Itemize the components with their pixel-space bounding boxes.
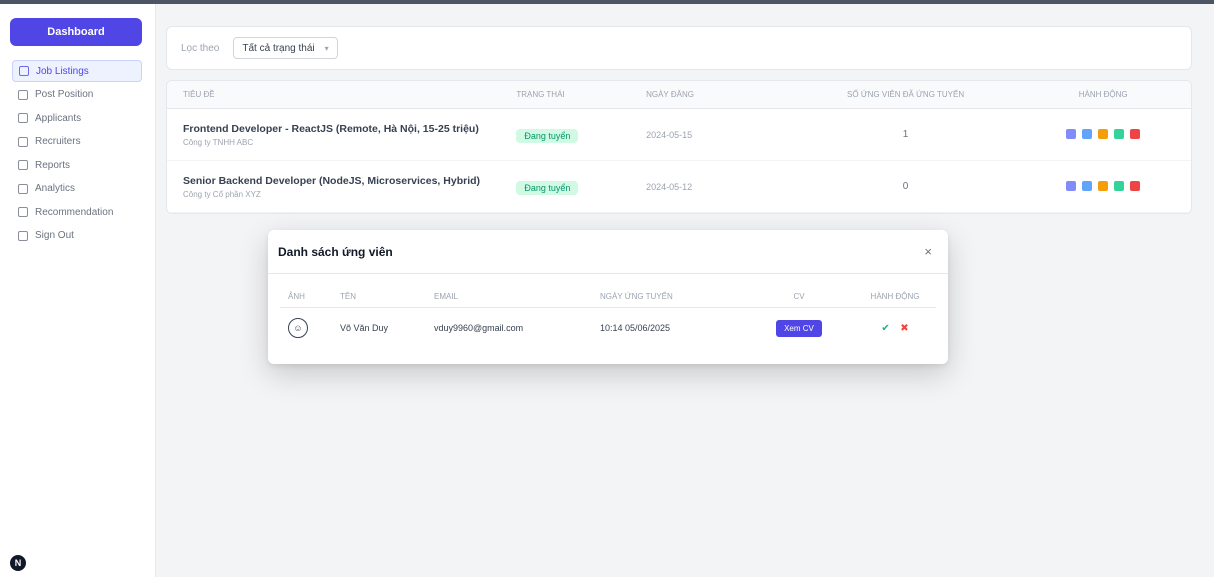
modal-header: Danh sách ứng viên × bbox=[268, 230, 948, 274]
sidebar-item-label: Job Listings bbox=[36, 65, 89, 77]
plus-icon bbox=[18, 89, 28, 100]
star-icon bbox=[18, 207, 28, 217]
sidebar-item-applicants[interactable]: Applicants bbox=[12, 107, 142, 129]
delete-icon[interactable] bbox=[1130, 128, 1141, 139]
close-icon[interactable]: × bbox=[924, 244, 932, 259]
sidebar-item-label: Applicants bbox=[35, 112, 82, 124]
header-date: Ngày đăng bbox=[646, 90, 694, 99]
user-icon bbox=[18, 136, 28, 147]
header-status: Trạng thái bbox=[516, 90, 565, 99]
job-date: 2024-05-12 bbox=[646, 181, 693, 192]
jobs-table: Tiêu đề Trạng thái Ngày đăng Số ứng viên… bbox=[166, 80, 1192, 214]
job-company: Công ty TNHH ABC bbox=[183, 137, 254, 147]
job-date: 2024-05-15 bbox=[646, 129, 693, 140]
applicant-count[interactable]: 1 bbox=[796, 129, 1016, 140]
view-icon[interactable] bbox=[1066, 180, 1077, 191]
applicant-count[interactable]: 0 bbox=[796, 181, 1016, 192]
applicant-applied-at: 10:14 05/06/2025 bbox=[600, 323, 671, 333]
header-cv: CV bbox=[793, 292, 805, 301]
header-title: Tiêu đề bbox=[183, 90, 215, 99]
status-filter-select[interactable]: Tất cả trạng thái ▾ bbox=[233, 37, 338, 59]
approve-icon[interactable]: ✔ bbox=[881, 323, 889, 334]
job-title[interactable]: Frontend Developer - ReactJS (Remote, Hà… bbox=[183, 123, 516, 135]
sidebar-item-label: Reports bbox=[35, 159, 71, 171]
header-count: Số ứng viên đã ứng tuyển bbox=[847, 90, 965, 99]
table-row: ☺ Võ Văn Duy vduy9960@gmail.com 10:14 05… bbox=[280, 308, 936, 348]
edit-icon[interactable] bbox=[1098, 180, 1109, 191]
table-row: Frontend Developer - ReactJS (Remote, Hà… bbox=[167, 109, 1191, 161]
status-badge: Đang tuyển bbox=[516, 180, 579, 195]
applicant-email: vduy9960@gmail.com bbox=[434, 323, 524, 333]
sidebar: Dashboard Job Listings Post Position App… bbox=[0, 4, 156, 577]
help-button[interactable]: N bbox=[10, 555, 26, 571]
applicant-name: Võ Văn Duy bbox=[340, 323, 389, 333]
applicants-table-header: Ảnh Tên Email Ngày ứng tuyển CV Hành độn… bbox=[280, 286, 936, 308]
status-badge: Đang tuyển bbox=[516, 128, 579, 143]
user-circle-icon: ☺ bbox=[288, 318, 308, 338]
applicants-table: Ảnh Tên Email Ngày ứng tuyển CV Hành độn… bbox=[280, 286, 936, 348]
briefcase-icon bbox=[19, 66, 29, 76]
copy-icon[interactable] bbox=[1114, 180, 1125, 191]
header-avatar: Ảnh bbox=[288, 292, 305, 301]
sidebar-item-job-listings[interactable]: Job Listings bbox=[12, 60, 142, 82]
header-applied-at: Ngày ứng tuyển bbox=[600, 292, 673, 301]
users-icon bbox=[18, 113, 28, 123]
sidebar-item-recommendation[interactable]: Recommendation bbox=[12, 201, 142, 223]
sidebar-item-analytics[interactable]: Analytics bbox=[12, 178, 142, 200]
edit-icon[interactable] bbox=[1098, 128, 1109, 139]
users-icon[interactable] bbox=[1082, 180, 1093, 191]
header-name: Tên bbox=[340, 292, 356, 301]
row-actions bbox=[1066, 180, 1141, 191]
chart-icon bbox=[18, 183, 28, 194]
sidebar-item-label: Sign Out bbox=[35, 230, 74, 241]
view-icon[interactable] bbox=[1066, 128, 1077, 139]
top-border bbox=[0, 0, 1214, 4]
users-icon[interactable] bbox=[1082, 128, 1093, 139]
copy-icon[interactable] bbox=[1114, 128, 1125, 139]
sidebar-item-label: Post Position bbox=[35, 89, 94, 100]
sidebar-item-label: Analytics bbox=[35, 183, 76, 194]
sidebar-item-label: Recruiters bbox=[35, 136, 81, 147]
row-actions bbox=[1066, 128, 1141, 139]
job-company: Công ty Cổ phần XYZ bbox=[183, 189, 261, 199]
table-row: Senior Backend Developer (NodeJS, Micros… bbox=[167, 161, 1191, 213]
header-email: Email bbox=[434, 292, 459, 301]
reject-icon[interactable]: ✖ bbox=[900, 323, 908, 334]
chevron-down-icon: ▾ bbox=[324, 43, 329, 53]
sidebar-nav: Job Listings Post Position Applicants Re… bbox=[12, 60, 142, 248]
sidebar-item-recruiters[interactable]: Recruiters bbox=[12, 131, 142, 153]
brand-button[interactable]: Dashboard bbox=[10, 18, 142, 46]
filter-select-value: Tất cả trạng thái bbox=[242, 42, 315, 54]
sidebar-item-sign-out[interactable]: Sign Out bbox=[12, 225, 142, 247]
filter-bar: Lọc theo Tất cả trạng thái ▾ bbox=[166, 26, 1192, 70]
applicants-modal: Danh sách ứng viên × Ảnh Tên Email Ngày … bbox=[268, 230, 948, 364]
jobs-table-header: Tiêu đề Trạng thái Ngày đăng Số ứng viên… bbox=[167, 81, 1191, 109]
sidebar-item-post-position[interactable]: Post Position bbox=[12, 84, 142, 106]
delete-icon[interactable] bbox=[1130, 180, 1141, 191]
view-cv-button[interactable]: Xem CV bbox=[776, 319, 822, 337]
file-icon bbox=[18, 160, 28, 170]
logout-icon bbox=[18, 230, 28, 241]
header-actions: Hành động bbox=[1078, 90, 1128, 99]
modal-title: Danh sách ứng viên bbox=[278, 244, 393, 259]
sidebar-item-reports[interactable]: Reports bbox=[12, 154, 142, 176]
job-title[interactable]: Senior Backend Developer (NodeJS, Micros… bbox=[183, 175, 516, 187]
sidebar-item-label: Recommendation bbox=[35, 206, 114, 218]
filter-label: Lọc theo bbox=[181, 42, 220, 54]
header-actions: Hành động bbox=[870, 292, 920, 301]
